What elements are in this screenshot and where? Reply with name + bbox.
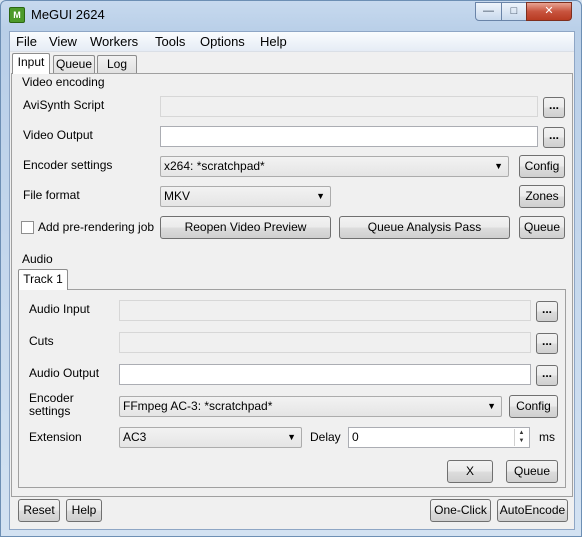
audio-encoder-select[interactable]: FFmpeg AC-3: *scratchpad* ▼ <box>119 396 502 417</box>
video-encoder-select[interactable]: x264: *scratchpad* ▼ <box>160 156 509 177</box>
menu-help[interactable]: Help <box>260 34 287 49</box>
tab-track-1[interactable]: Track 1 <box>18 269 68 290</box>
minimize-icon[interactable]: — <box>475 2 502 21</box>
window-title: MeGUI 2624 <box>31 7 105 22</box>
video-encoder-value: x264: *scratchpad* <box>164 159 265 173</box>
delay-unit-label: ms <box>539 430 555 444</box>
video-config-button[interactable]: Config <box>519 155 565 178</box>
video-encoding-group-label: Video encoding <box>22 75 105 89</box>
delay-label: Delay <box>310 430 341 444</box>
delay-value: 0 <box>352 430 359 444</box>
title-bar[interactable]: M MeGUI 2624 — □ ✕ <box>1 1 581 29</box>
main-window: M MeGUI 2624 — □ ✕ File View Workers Too… <box>0 0 582 537</box>
tab-queue[interactable]: Queue <box>53 55 95 74</box>
audio-group-label: Audio <box>22 252 53 266</box>
audio-output-field[interactable] <box>119 364 531 385</box>
menu-file[interactable]: File <box>16 34 37 49</box>
cuts-field[interactable] <box>119 332 531 353</box>
prerender-checkbox[interactable] <box>21 221 34 234</box>
audio-track-panel: Audio Input ... Cuts ... Audio Output ..… <box>18 289 566 488</box>
client-area: File View Workers Tools Options Help Inp… <box>9 31 575 530</box>
audio-queue-button[interactable]: Queue <box>506 460 558 483</box>
extension-value: AC3 <box>123 430 147 444</box>
one-click-button[interactable]: One-Click <box>430 499 491 522</box>
audio-input-browse-button[interactable]: ... <box>536 301 558 322</box>
audio-encoder-label-line2: settings <box>29 404 71 418</box>
menu-view[interactable]: View <box>49 34 77 49</box>
reset-button[interactable]: Reset <box>18 499 60 522</box>
close-icon[interactable]: ✕ <box>526 2 572 21</box>
audio-input-field[interactable] <box>119 300 531 321</box>
encoder-settings-label: Encoder settings <box>23 158 113 172</box>
queue-analysis-pass-button[interactable]: Queue Analysis Pass <box>339 216 510 239</box>
video-queue-button[interactable]: Queue <box>519 216 565 239</box>
video-output-label: Video Output <box>23 128 93 142</box>
avisynth-script-input[interactable] <box>160 96 538 117</box>
zones-button[interactable]: Zones <box>519 185 565 208</box>
reopen-video-preview-button[interactable]: Reopen Video Preview <box>160 216 331 239</box>
menu-options[interactable]: Options <box>200 34 245 49</box>
maximize-icon[interactable]: □ <box>501 2 527 21</box>
prerender-label: Add pre-rendering job <box>38 220 155 234</box>
menu-workers[interactable]: Workers <box>90 34 138 49</box>
audio-input-label: Audio Input <box>29 302 90 316</box>
audio-encoder-value: FFmpeg AC-3: *scratchpad* <box>123 399 273 413</box>
audio-config-button[interactable]: Config <box>509 395 558 418</box>
audio-remove-button[interactable]: X <box>447 460 493 483</box>
tab-input[interactable]: Input <box>12 53 50 74</box>
help-button[interactable]: Help <box>66 499 102 522</box>
input-tab-page: Video encoding AviSynth Script ... Video… <box>11 73 573 497</box>
video-output-input[interactable] <box>160 126 538 147</box>
avisynth-script-label: AviSynth Script <box>23 98 105 112</box>
avisynth-browse-button[interactable]: ... <box>543 97 565 118</box>
audio-output-label: Audio Output <box>29 366 100 380</box>
audio-encoder-label-line1: Encoder <box>29 391 74 405</box>
audio-output-browse-button[interactable]: ... <box>536 365 558 386</box>
chevron-down-icon: ▼ <box>287 432 296 442</box>
file-format-select[interactable]: MKV ▼ <box>160 186 331 207</box>
delay-spinner[interactable]: 0 ▲ ▼ <box>348 427 530 448</box>
chevron-down-icon: ▼ <box>316 191 325 201</box>
tab-log[interactable]: Log <box>97 55 137 74</box>
menu-tools[interactable]: Tools <box>155 34 185 49</box>
video-output-browse-button[interactable]: ... <box>543 127 565 148</box>
menu-bar: File View Workers Tools Options Help <box>10 32 574 52</box>
chevron-down-icon: ▼ <box>487 401 496 411</box>
file-format-label: File format <box>23 188 80 202</box>
extension-select[interactable]: AC3 ▼ <box>119 427 302 448</box>
extension-label: Extension <box>29 430 82 444</box>
cuts-browse-button[interactable]: ... <box>536 333 558 354</box>
megui-app-icon: M <box>9 7 25 23</box>
file-format-value: MKV <box>164 189 191 203</box>
cuts-label: Cuts <box>29 334 54 348</box>
chevron-down-icon: ▼ <box>494 161 503 171</box>
spinner-arrows-icon[interactable]: ▲ ▼ <box>514 429 528 446</box>
autoencode-button[interactable]: AutoEncode <box>497 499 568 522</box>
